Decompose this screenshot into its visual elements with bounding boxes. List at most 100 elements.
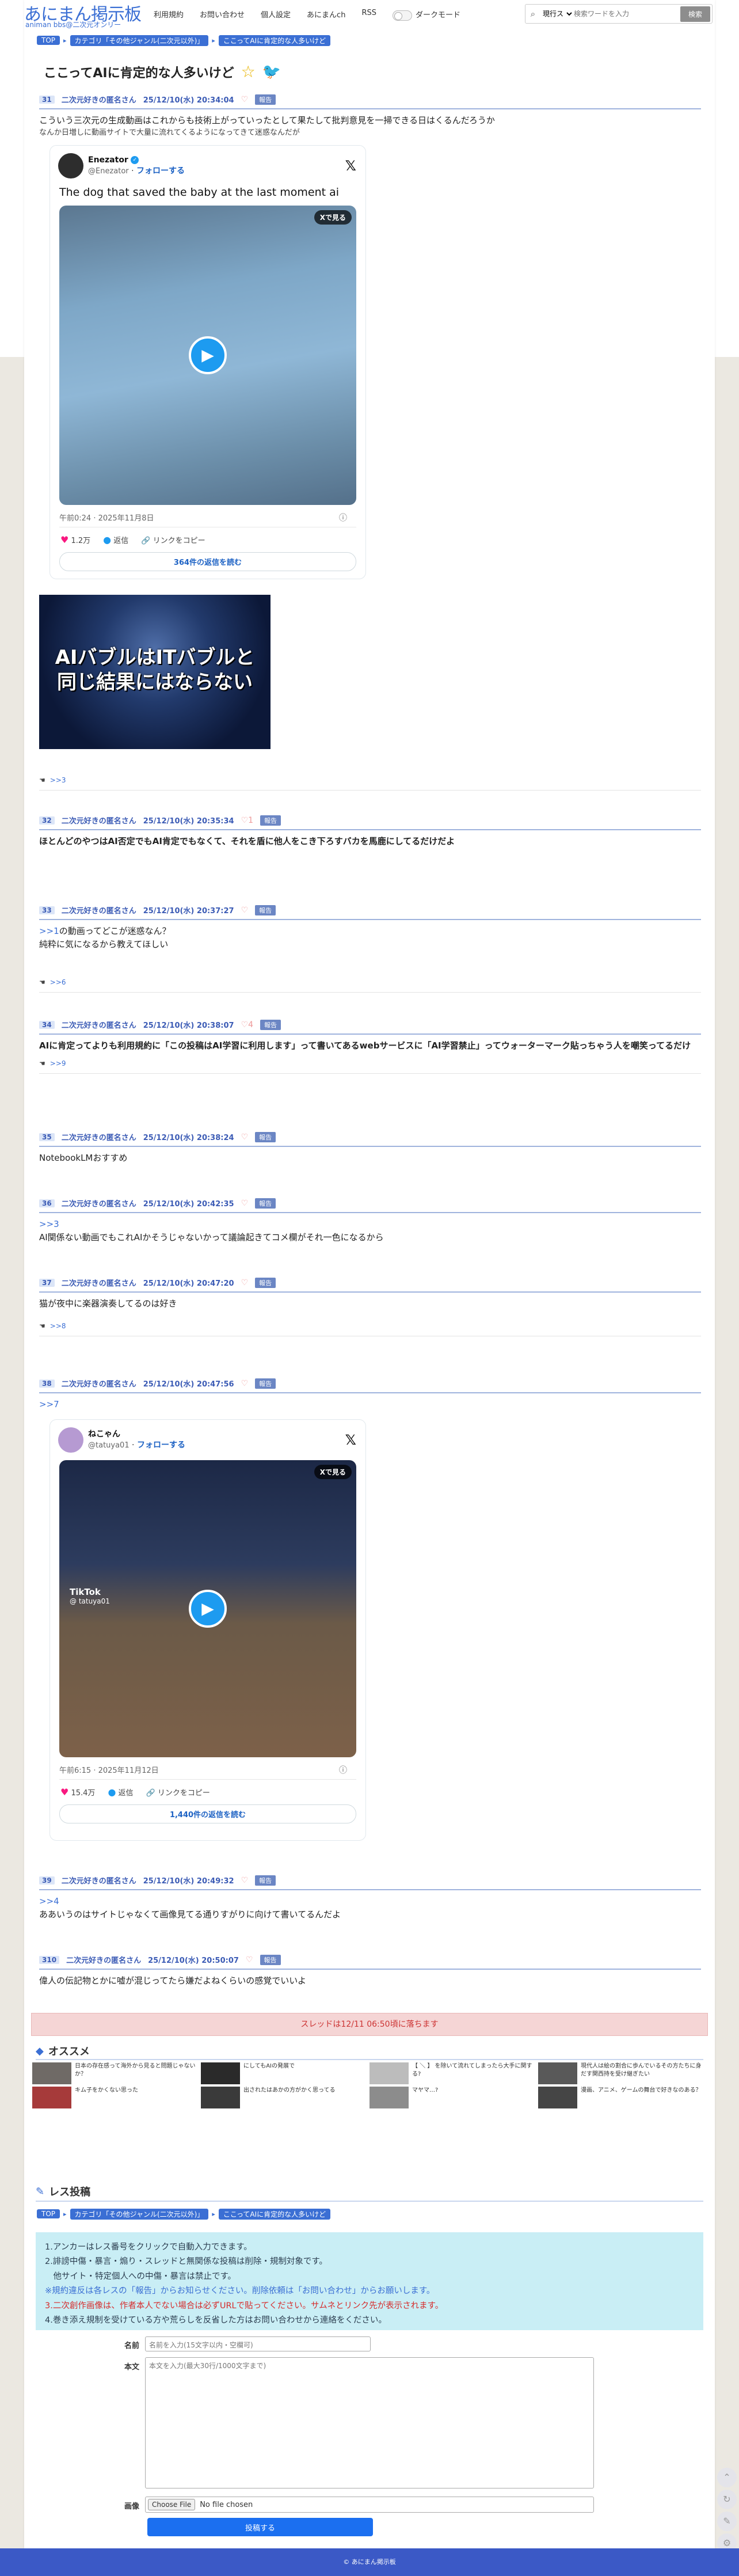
reply-anchor-link[interactable]: >>9 (50, 1059, 66, 1067)
recommend-item-title[interactable]: 【 ＼ 】 を除いて流れてしまったら大手に関する? (412, 2062, 538, 2084)
play-icon[interactable]: ▶ (189, 1590, 227, 1628)
favorite-star-icon[interactable]: ☆ (241, 62, 256, 81)
read-replies-button[interactable]: 364件の返信を読む (59, 552, 356, 571)
tweet-timestamp[interactable]: 午前6:15 · 2025年11月12日 (59, 1764, 159, 1776)
recommend-item[interactable]: 出されたはあかの方がかく思ってる (201, 2087, 370, 2108)
recommend-item[interactable]: キム子をかくない思った (32, 2087, 201, 2108)
like-heart-icon[interactable]: ♡ (241, 906, 249, 915)
like-heart-icon[interactable]: ♡ (241, 1379, 249, 1388)
nav-settings[interactable]: 個人設定 (261, 9, 291, 21)
follow-button[interactable]: フォローする (137, 1441, 185, 1450)
like-heart-icon[interactable]: ♡ (241, 1278, 249, 1287)
recommend-item[interactable]: にしてもAIの発展で (201, 2062, 370, 2084)
nav-animanch[interactable]: あにまんch (307, 9, 345, 21)
like-heart-icon[interactable]: ♡ (241, 1199, 249, 1208)
thumbnail[interactable] (538, 2062, 577, 2084)
tweet-copy-link-button[interactable]: 🔗 リンクをコピー (146, 1787, 210, 1798)
recommend-item-title[interactable]: にしてもAIの発展で (243, 2062, 295, 2084)
post-number[interactable]: 38 (39, 1379, 55, 1388)
choose-file-button[interactable]: Choose File (148, 2499, 196, 2510)
tweet-reply-button[interactable]: ● 返信 (108, 1787, 133, 1798)
avatar[interactable] (58, 153, 83, 178)
thumbnail[interactable] (201, 2062, 240, 2084)
recommend-item[interactable]: 漫画、アニメ、ゲームの舞台で好きなのある？ (538, 2087, 707, 2108)
breadcrumb-thread[interactable]: ここってAIに肯定的な人多いけど (218, 35, 331, 46)
read-replies-button[interactable]: 1,440件の返信を読む (59, 1804, 356, 1823)
anchor-link[interactable]: >>7 (39, 1399, 59, 1409)
post-number[interactable]: 36 (39, 1199, 55, 1207)
search-button[interactable]: 検索 (680, 6, 710, 22)
search-input[interactable] (574, 10, 660, 18)
post-number[interactable]: 39 (39, 1876, 55, 1884)
nav-rss[interactable]: RSS (361, 9, 376, 21)
view-on-x-button[interactable]: Xで見る (314, 210, 352, 225)
info-icon[interactable]: ⓘ (339, 512, 347, 523)
recommend-item-title[interactable]: 現代人は絵の割合に歩んでいるその方たちに身だす関西持を受け継ぎたい (581, 2062, 707, 2084)
thumbnail[interactable] (370, 2087, 409, 2108)
image-file-input[interactable]: Choose File No file chosen (145, 2497, 594, 2513)
tweet-like-button[interactable]: ♥ 15.4万 (60, 1787, 95, 1798)
recommend-item-title[interactable]: マヤマ…? (412, 2087, 438, 2108)
report-button[interactable]: 報告 (255, 905, 276, 915)
tweet-author-handle[interactable]: @Enezator (88, 167, 129, 176)
nav-contact[interactable]: お問い合わせ (200, 9, 245, 21)
post-number[interactable]: 34 (39, 1020, 55, 1029)
post-number[interactable]: 32 (39, 816, 55, 825)
dark-mode-switch[interactable]: ダークモード (392, 9, 460, 21)
dark-mode-toggle[interactable] (392, 10, 412, 21)
compose-icon[interactable]: ✎ (717, 2512, 737, 2531)
reply-anchor-link[interactable]: >>8 (50, 1322, 66, 1330)
search-scope-select[interactable]: 現行スレ (540, 9, 574, 18)
thumbnail[interactable] (538, 2087, 577, 2108)
anchor-link[interactable]: >>1 (39, 926, 59, 936)
report-button[interactable]: 報告 (260, 1954, 281, 1965)
report-button[interactable]: 報告 (255, 94, 276, 105)
scroll-top-icon[interactable]: ⌃ (717, 2468, 737, 2487)
recommend-item[interactable]: 現代人は絵の割合に歩んでいるその方たちに身だす関西持を受け継ぎたい (538, 2062, 707, 2084)
tweet-reply-button[interactable]: ● 返信 (103, 534, 128, 545)
breadcrumb-top[interactable]: TOP (37, 36, 60, 45)
twitter-share-icon[interactable]: 🐦 (262, 63, 281, 81)
report-button[interactable]: 報告 (255, 1277, 276, 1288)
thumbnail[interactable] (32, 2062, 71, 2084)
tweet-copy-link-button[interactable]: 🔗 リンクをコピー (141, 534, 205, 545)
reply-anchor-link[interactable]: >>6 (50, 978, 66, 986)
like-heart-icon[interactable]: ♡4 (241, 1020, 253, 1029)
thumbnail[interactable] (370, 2062, 409, 2084)
tweet-author-name[interactable]: ねこゃん (88, 1430, 120, 1439)
anchor-link[interactable]: >>4 (39, 1896, 59, 1906)
like-heart-icon[interactable]: ♡ (241, 1133, 249, 1142)
recommend-item-title[interactable]: 漫画、アニメ、ゲームの舞台で好きなのある？ (581, 2087, 702, 2108)
refresh-icon[interactable]: ↻ (717, 2490, 737, 2509)
submit-post-button[interactable]: 投稿する (147, 2518, 373, 2536)
name-field[interactable]: 名前を入力(15文字以内・空欄可) (145, 2336, 371, 2351)
tweet-embed-neko[interactable]: ねこゃん @tatuya01 · フォローする 𝕏 Xで見る ▶ TikTok @… (49, 1419, 366, 1841)
like-heart-icon[interactable]: ♡ (246, 1955, 253, 1965)
post-number[interactable]: 35 (39, 1133, 55, 1141)
breadcrumb-thread[interactable]: ここってAIに肯定的な人多いけど (218, 2208, 331, 2220)
follow-button[interactable]: フォローする (136, 166, 185, 176)
tweet-author-handle[interactable]: @tatuya01 (88, 1441, 129, 1450)
nav-terms[interactable]: 利用規約 (154, 9, 184, 21)
recommend-item[interactable]: 【 ＼ 】 を除いて流れてしまったら大手に関する? (370, 2062, 538, 2084)
post-number[interactable]: 33 (39, 906, 55, 914)
breadcrumb-category[interactable]: カテゴリ「その他ジャンル(二次元以外)」 (70, 35, 209, 46)
report-button[interactable]: 報告 (260, 1019, 281, 1030)
like-heart-icon[interactable]: ♡ (241, 95, 249, 104)
post-number[interactable]: 310 (39, 1955, 60, 1964)
view-on-x-button[interactable]: Xで見る (314, 1465, 352, 1479)
like-heart-icon[interactable]: ♡1 (241, 816, 253, 825)
play-icon[interactable]: ▶ (189, 336, 227, 374)
x-logo-icon[interactable]: 𝕏 (345, 1432, 356, 1448)
body-textarea[interactable]: 本文を入力(最大30行/1000文字まで) (145, 2357, 594, 2488)
like-heart-icon[interactable]: ♡ (241, 1876, 249, 1885)
x-logo-icon[interactable]: 𝕏 (345, 158, 356, 174)
reply-anchor-link[interactable]: >>3 (50, 776, 66, 784)
thumbnail[interactable] (32, 2087, 71, 2108)
recommend-item-title[interactable]: 出されたはあかの方がかく思ってる (243, 2087, 336, 2108)
report-button[interactable]: 報告 (255, 1131, 276, 1142)
report-button[interactable]: 報告 (255, 1875, 276, 1886)
report-button[interactable]: 報告 (255, 1378, 276, 1389)
info-icon[interactable]: ⓘ (339, 1764, 347, 1776)
report-button[interactable]: 報告 (260, 815, 281, 826)
